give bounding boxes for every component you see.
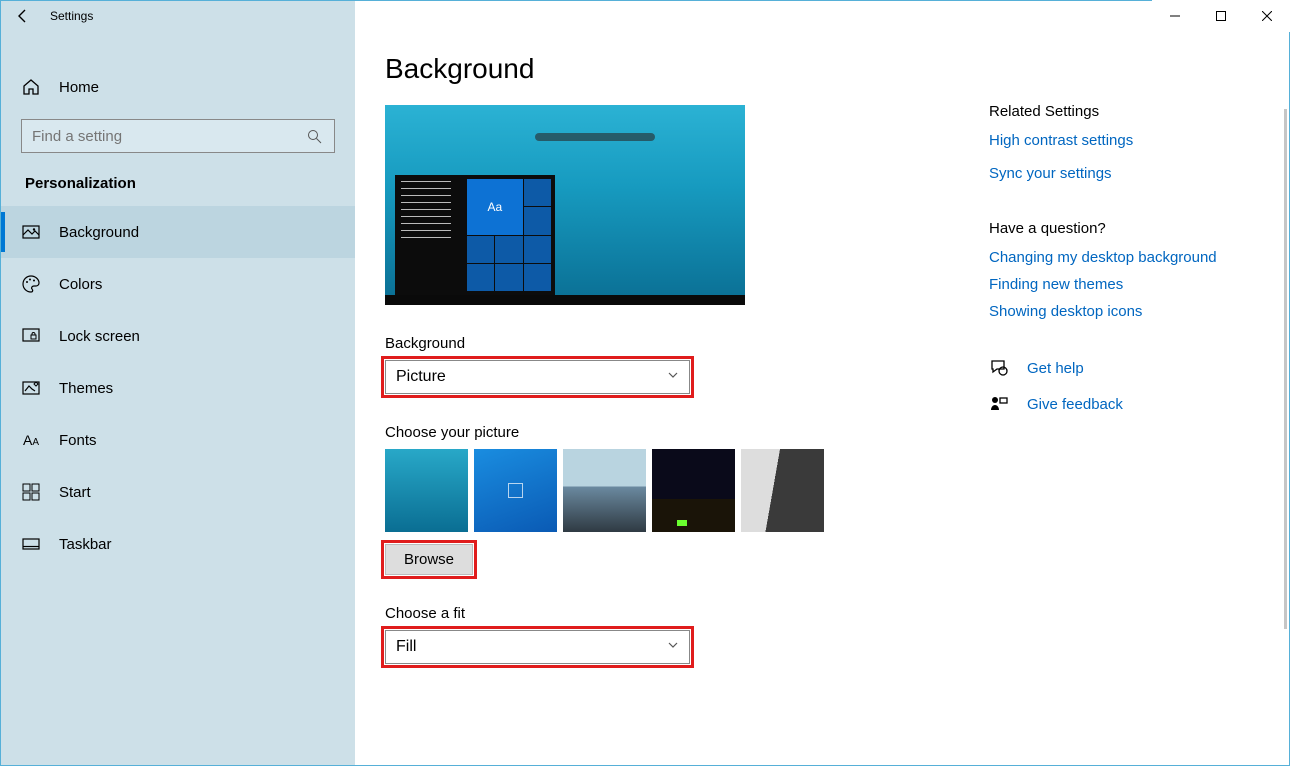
link-desktop-icons[interactable]: Showing desktop icons (989, 303, 1259, 320)
maximize-button[interactable] (1198, 0, 1244, 32)
background-label: Background (385, 335, 989, 352)
lockscreen-icon (21, 326, 41, 346)
link-get-help[interactable]: Get help (1027, 360, 1084, 377)
search-box[interactable] (21, 119, 335, 153)
link-changing-background[interactable]: Changing my desktop background (989, 249, 1259, 266)
choose-picture-label: Choose your picture (385, 424, 989, 441)
close-button[interactable] (1244, 0, 1290, 32)
picture-icon (21, 222, 41, 242)
titlebar: Settings (0, 0, 1290, 32)
search-input[interactable] (32, 128, 272, 145)
sidebar-item-colors[interactable]: Colors (1, 258, 355, 310)
sidebar-item-taskbar[interactable]: Taskbar (1, 518, 355, 570)
start-icon (21, 482, 41, 502)
link-sync-settings[interactable]: Sync your settings (989, 165, 1259, 182)
desktop-preview: Aa (385, 105, 745, 305)
picture-thumb-2[interactable] (474, 449, 557, 532)
picture-thumb-5[interactable] (741, 449, 824, 532)
choose-fit-label: Choose a fit (385, 605, 989, 622)
fonts-icon: AA (21, 430, 41, 450)
scrollbar[interactable] (1284, 109, 1287, 629)
home-label: Home (59, 79, 99, 96)
themes-icon (21, 378, 41, 398)
question-heading: Have a question? (989, 220, 1259, 237)
sidebar: Home Personalization Background Colors L… (1, 1, 355, 765)
right-column: Related Settings High contrast settings … (989, 103, 1259, 765)
browse-button[interactable]: Browse (385, 544, 473, 575)
background-dropdown-value: Picture (396, 368, 446, 386)
sidebar-item-label: Taskbar (59, 536, 112, 553)
background-dropdown[interactable]: Picture (385, 360, 690, 394)
home-icon (21, 77, 41, 97)
sidebar-item-background[interactable]: Background (1, 206, 355, 258)
chat-icon (989, 358, 1009, 378)
sidebar-item-label: Colors (59, 276, 102, 293)
sidebar-item-start[interactable]: Start (1, 466, 355, 518)
palette-icon (21, 274, 41, 294)
main-content: Background Aa Background Picture (355, 1, 1289, 765)
picture-thumb-1[interactable] (385, 449, 468, 532)
sidebar-item-label: Lock screen (59, 328, 140, 345)
home-nav[interactable]: Home (1, 65, 355, 109)
back-button[interactable] (0, 0, 46, 32)
minimize-button[interactable] (1152, 0, 1198, 32)
sidebar-item-label: Background (59, 224, 139, 241)
fit-dropdown-value: Fill (396, 638, 416, 656)
feedback-icon (989, 394, 1009, 414)
sidebar-item-themes[interactable]: Themes (1, 362, 355, 414)
link-high-contrast[interactable]: High contrast settings (989, 132, 1259, 149)
sidebar-item-label: Themes (59, 380, 113, 397)
link-give-feedback[interactable]: Give feedback (1027, 396, 1123, 413)
chevron-down-icon (667, 638, 679, 656)
chevron-down-icon (667, 368, 679, 386)
sidebar-item-fonts[interactable]: AA Fonts (1, 414, 355, 466)
sidebar-item-label: Fonts (59, 432, 97, 449)
fit-dropdown[interactable]: Fill (385, 630, 690, 664)
link-finding-themes[interactable]: Finding new themes (989, 276, 1259, 293)
window-title: Settings (46, 9, 93, 23)
picture-thumbnails (385, 449, 989, 532)
sidebar-item-lockscreen[interactable]: Lock screen (1, 310, 355, 362)
preview-sample-text: Aa (467, 179, 523, 235)
picture-thumb-3[interactable] (563, 449, 646, 532)
related-heading: Related Settings (989, 103, 1259, 120)
search-icon (304, 126, 324, 146)
sidebar-item-label: Start (59, 484, 91, 501)
picture-thumb-4[interactable] (652, 449, 735, 532)
category-heading: Personalization (1, 153, 355, 206)
page-title: Background (385, 53, 989, 85)
taskbar-icon (21, 534, 41, 554)
